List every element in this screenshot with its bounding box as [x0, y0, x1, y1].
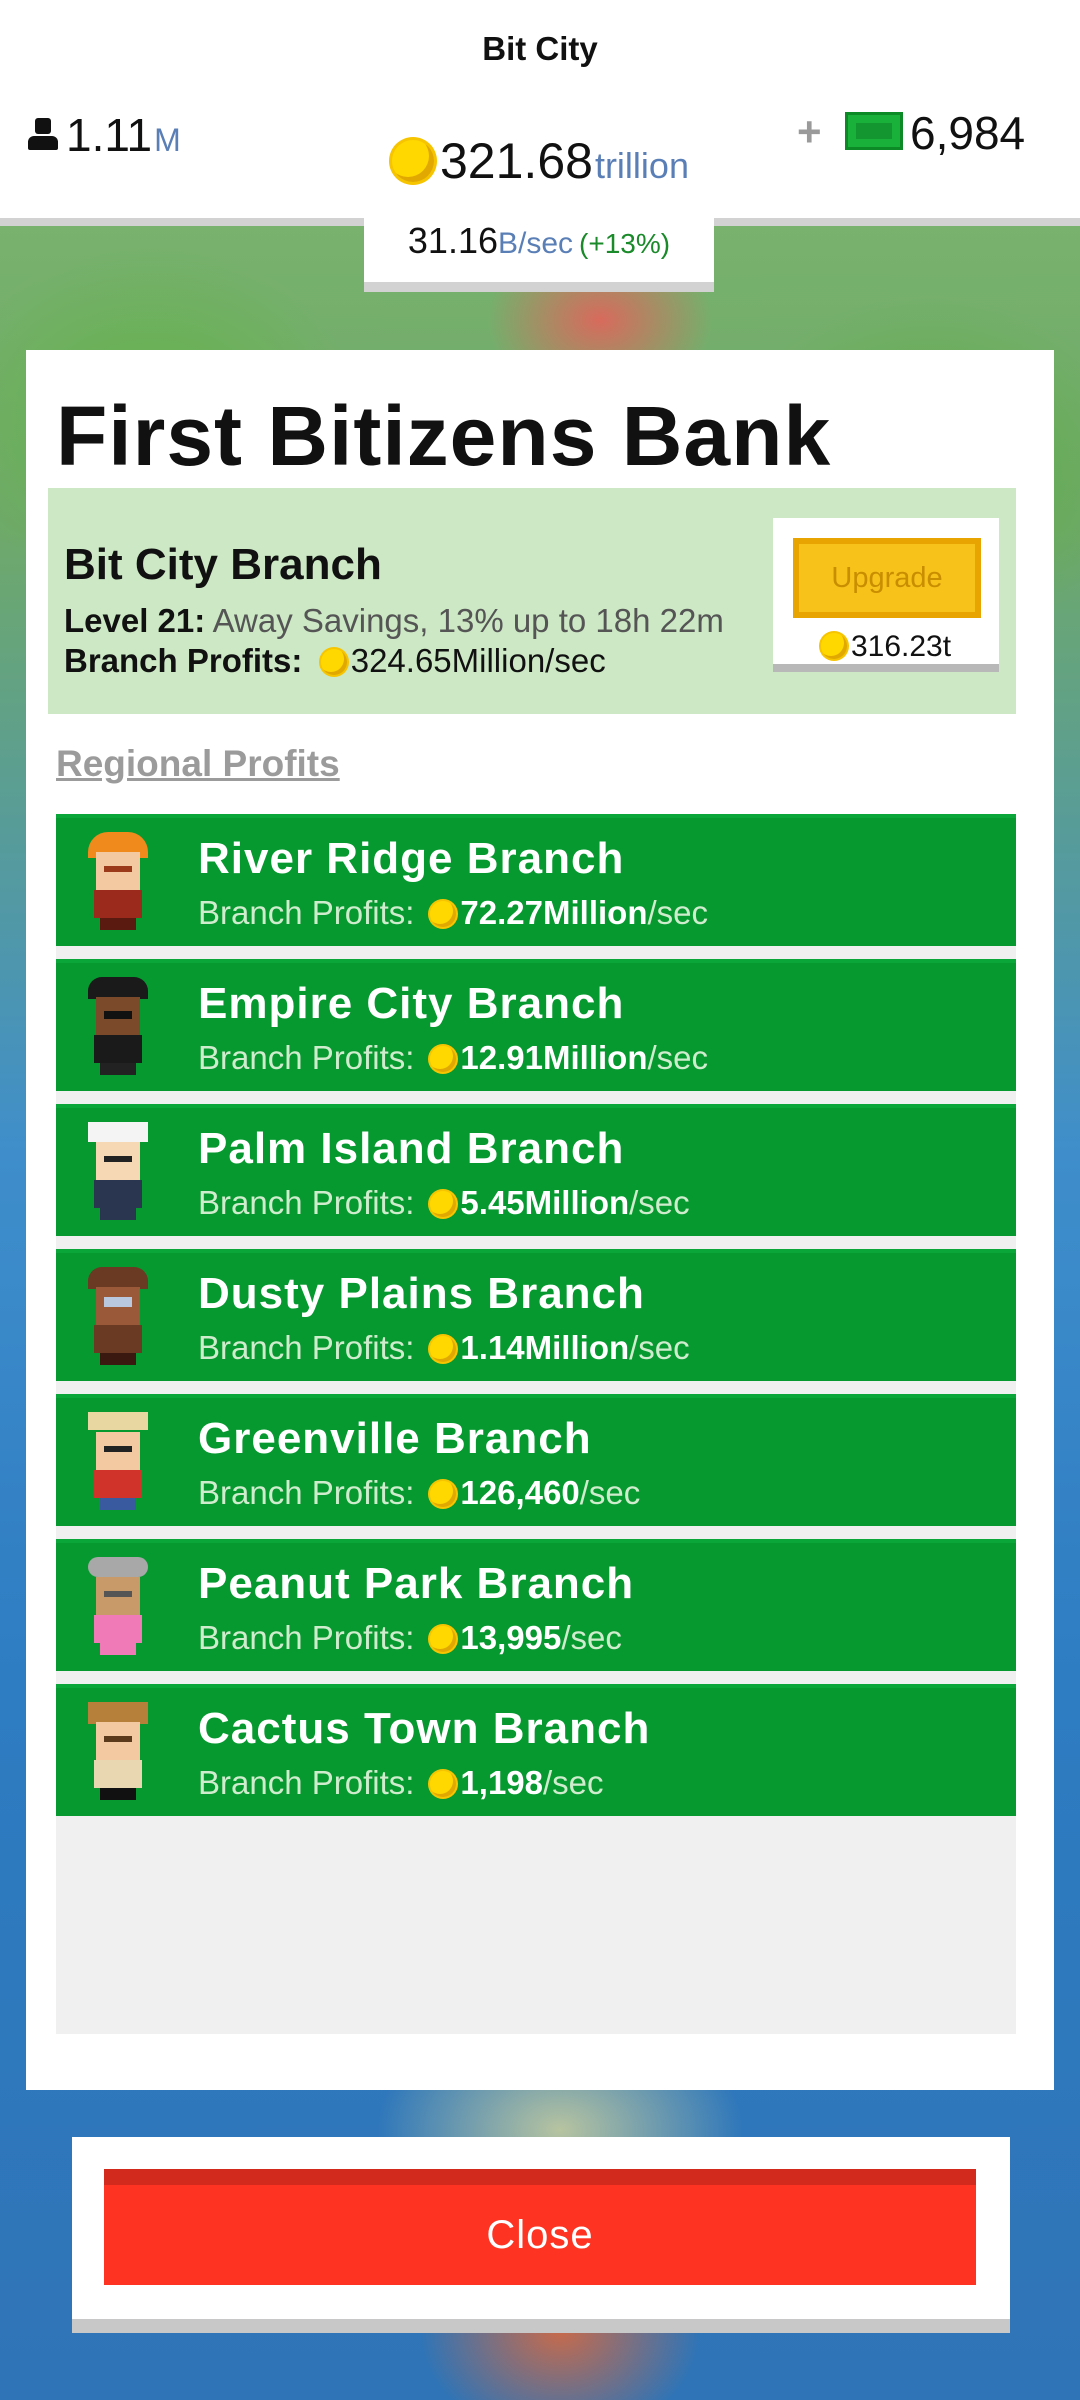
- population-counter: 1.11 M: [26, 108, 181, 162]
- top-status-bar: Bit City 1.11 M 321.68 trillion + 6,984: [0, 0, 1080, 226]
- upgrade-cost-value: 316.23t: [850, 630, 952, 663]
- coin-icon: [820, 633, 847, 659]
- branch-profit: Branch Profits: 1,198/sec: [198, 1764, 604, 1801]
- cash-value: 6,984: [910, 107, 1026, 159]
- coin-icon: [392, 140, 434, 182]
- branch-profit: Branch Profits: 126,460/sec: [198, 1474, 641, 1511]
- businessman-avatar-icon: [86, 977, 150, 1077]
- cowboy-avatar-icon: [86, 1702, 150, 1802]
- hq-branch-name: Bit City Branch: [64, 540, 382, 589]
- upgrade-button[interactable]: Upgrade: [793, 538, 981, 618]
- branch-profit-value: 13,995: [460, 1619, 562, 1656]
- branch-row-empire-city[interactable]: Empire City Branch Branch Profits: 12.91M…: [56, 959, 1016, 1091]
- branch-profit-value: 126,460: [460, 1474, 580, 1511]
- population-unit: M: [154, 122, 181, 158]
- close-bar: Close: [72, 2137, 1010, 2333]
- close-button[interactable]: Close: [104, 2169, 976, 2285]
- hq-level-desc: Away Savings, 13% up to 18h 22m: [212, 602, 724, 639]
- coin-balance-value: 321.68: [440, 133, 593, 189]
- income-rate-unit: B/sec: [498, 227, 574, 260]
- hq-branch-card: Bit City Branch Level 21: Away Savings, …: [48, 488, 1016, 714]
- income-rate-tab: 31.16B/sec (+13%): [364, 208, 714, 292]
- branch-name: River Ridge Branch: [198, 834, 625, 883]
- person-icon: [26, 118, 60, 152]
- branch-row-cactus-town[interactable]: Cactus Town Branch Branch Profits: 1,198/…: [56, 1684, 1016, 1816]
- hq-profit-label: Branch Profits:: [64, 642, 303, 679]
- branch-profit-value: 1,198: [460, 1764, 544, 1801]
- income-rate-percent: (+13%): [579, 228, 671, 259]
- bank-title: First Bitizens Bank: [56, 389, 832, 483]
- coin-balance-unit: trillion: [594, 145, 689, 186]
- coin-icon: [320, 649, 347, 675]
- branch-row-river-ridge[interactable]: River Ridge Branch Branch Profits: 72.27M…: [56, 814, 1016, 946]
- cash-icon[interactable]: [845, 112, 903, 150]
- hq-level-label: Level 21:: [64, 602, 206, 639]
- branch-list: River Ridge Branch Branch Profits: 72.27M…: [56, 814, 1016, 2034]
- grandma-avatar-icon: [86, 1557, 150, 1657]
- coin-icon: [430, 1771, 457, 1797]
- hardhat-worker-avatar-icon: [86, 832, 150, 932]
- hq-level-line: Level 21: Away Savings, 13% up to 18h 22…: [64, 602, 724, 640]
- branch-row-dusty-plains[interactable]: Dusty Plains Branch Branch Profits: 1.14M…: [56, 1249, 1016, 1381]
- coin-icon: [430, 901, 457, 927]
- coin-icon: [430, 1046, 457, 1072]
- branch-profit-value: 72.27Million: [460, 894, 648, 931]
- hq-profit-line: Branch Profits: 324.65Million/sec: [64, 642, 606, 680]
- city-title: Bit City: [482, 30, 598, 67]
- coin-icon: [430, 1336, 457, 1362]
- bank-panel: First Bitizens Bank Bit City Branch Leve…: [26, 350, 1054, 2090]
- branch-name: Dusty Plains Branch: [198, 1269, 645, 1318]
- aviator-avatar-icon: [86, 1267, 150, 1367]
- branch-name: Cactus Town Branch: [198, 1704, 651, 1753]
- income-rate-value: 31.16: [407, 220, 498, 261]
- hq-profit-value: 324.65Million/sec: [350, 642, 606, 679]
- regional-profits-link[interactable]: Regional Profits: [56, 743, 340, 785]
- branch-profit: Branch Profits: 13,995/sec: [198, 1619, 622, 1656]
- branch-row-greenville[interactable]: Greenville Branch Branch Profits: 126,460…: [56, 1394, 1016, 1526]
- coin-icon: [430, 1481, 457, 1507]
- coin-icon: [430, 1626, 457, 1652]
- branch-name: Empire City Branch: [198, 979, 625, 1028]
- branch-profit: Branch Profits: 12.91Million/sec: [198, 1039, 709, 1076]
- branch-name: Greenville Branch: [198, 1414, 592, 1463]
- sailor-avatar-icon: [86, 1122, 150, 1222]
- branch-profit-value: 12.91Million: [460, 1039, 648, 1076]
- branch-profit-value: 5.45Million: [460, 1184, 630, 1221]
- branch-profit: Branch Profits: 5.45Million/sec: [198, 1184, 690, 1221]
- upgrade-box: Upgrade 316.23t: [773, 518, 999, 672]
- branch-name: Palm Island Branch: [198, 1124, 625, 1173]
- coin-balance: 321.68 trillion: [392, 132, 689, 190]
- branch-row-palm-island[interactable]: Palm Island Branch Branch Profits: 5.45Mi…: [56, 1104, 1016, 1236]
- upgrade-cost: 316.23t: [773, 630, 999, 664]
- branch-profit: Branch Profits: 1.14Million/sec: [198, 1329, 690, 1366]
- branch-row-peanut-park[interactable]: Peanut Park Branch Branch Profits: 13,995…: [56, 1539, 1016, 1671]
- add-cash-button[interactable]: +: [797, 108, 822, 156]
- branch-profit: Branch Profits: 72.27Million/sec: [198, 894, 709, 931]
- farmer-avatar-icon: [86, 1412, 150, 1512]
- branch-profit-value: 1.14Million: [460, 1329, 630, 1366]
- branch-name: Peanut Park Branch: [198, 1559, 635, 1608]
- population-value: 1.11: [66, 109, 153, 161]
- coin-icon: [430, 1191, 457, 1217]
